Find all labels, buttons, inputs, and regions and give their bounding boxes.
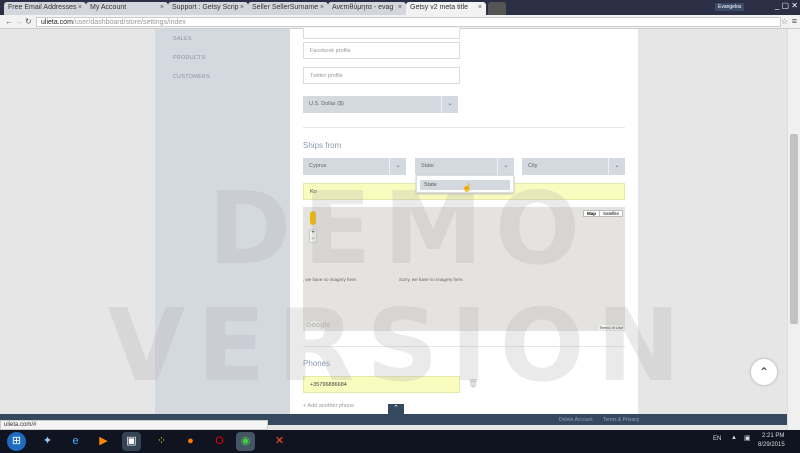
previous-input[interactable] — [303, 28, 460, 39]
phones-heading: Phones — [303, 359, 331, 368]
sidebar: SALES PRODUCTS CUSTOMERS — [155, 29, 290, 414]
chrome-icon[interactable]: ◉ — [236, 432, 255, 451]
phone-input[interactable]: +35796886684 — [303, 376, 460, 393]
app-icon[interactable]: ⁘ — [152, 432, 171, 451]
scrollbar-thumb[interactable] — [790, 134, 798, 324]
footer-toggle-chevron-up-icon[interactable]: ⌃ — [388, 404, 404, 414]
forward-icon[interactable]: → — [15, 17, 23, 26]
language-indicator[interactable]: EN — [713, 436, 721, 442]
ships-from-heading: Ships from — [303, 141, 342, 150]
terms-of-use-link[interactable]: Terms of Use — [599, 325, 623, 330]
no-imagery-text: , we have no imagery here. — [303, 277, 358, 282]
tab-support[interactable]: Support : Getsy Scrip × — [168, 2, 248, 15]
opera-icon[interactable]: O — [210, 432, 229, 451]
currency-select[interactable]: U.S. Dollar ($) ⌄ — [303, 96, 458, 113]
start-button-icon[interactable]: ⊞ — [7, 432, 26, 451]
network-icon[interactable]: ▣ — [744, 434, 751, 442]
clock-date[interactable]: 8/29/2015 — [758, 442, 785, 448]
tray-arrow-icon[interactable]: ▲ — [731, 435, 737, 441]
chevron-down-icon: ⌄ — [441, 96, 458, 113]
close-icon[interactable]: × — [160, 4, 164, 11]
map[interactable]: + − Map Satellite , we have no imagery her… — [303, 207, 625, 331]
google-logo: Google — [306, 322, 331, 329]
profile-badge: Evangelos — [715, 3, 745, 11]
media-player-icon[interactable]: ▶ — [94, 432, 113, 451]
address-bar: ← → ↻ ulieta.com/user/dashboard/store/se… — [0, 15, 800, 29]
tab-free-email[interactable]: Free Email Addresses × — [4, 2, 86, 15]
no-imagery-text: Sorry, we have no imagery here. — [399, 277, 464, 282]
close-icon[interactable]: × — [240, 4, 244, 11]
back-icon[interactable]: ← — [5, 17, 13, 26]
country-select[interactable]: Cyprus ⌄ — [303, 158, 406, 175]
close-icon[interactable]: × — [320, 4, 324, 11]
hand-cursor-icon: ☝ — [462, 183, 472, 192]
sidebar-item-products[interactable]: PRODUCTS — [173, 55, 205, 61]
new-tab-button[interactable] — [488, 2, 506, 15]
zoom-controls[interactable]: + − — [309, 229, 317, 243]
sidebar-item-customers[interactable]: CUSTOMERS — [173, 74, 210, 80]
trash-icon[interactable]: 🗑 — [468, 379, 478, 388]
close-icon[interactable]: × — [478, 4, 482, 11]
close-icon[interactable]: × — [398, 4, 402, 11]
status-bar: ulieta.com/# — [0, 420, 268, 430]
browser-tab-bar: Free Email Addresses × My Account × Suppor… — [0, 0, 800, 15]
divider — [303, 346, 625, 347]
satellite-button[interactable]: Satellite — [600, 211, 622, 216]
scroll-to-top-button[interactable]: ⌃ — [751, 359, 777, 385]
tab-seller[interactable]: Seller SellerSurname × — [248, 2, 328, 15]
state-dropdown: State ☝ — [416, 175, 514, 193]
window-controls[interactable]: _ ▢ ✕ — [775, 1, 798, 10]
facebook-profile-input[interactable]: Facebook profile — [303, 42, 460, 59]
close-icon[interactable]: × — [78, 4, 82, 11]
tab-gmail[interactable]: Ανεπιθύμητα - evag × — [328, 2, 406, 15]
internet-explorer-icon[interactable]: e — [66, 432, 85, 451]
map-type-control: Map Satellite — [582, 210, 623, 217]
twitter-profile-input[interactable]: Twitter profile — [303, 67, 460, 84]
chevron-down-icon: ⌄ — [389, 158, 406, 175]
app-icon[interactable]: ✕ — [270, 432, 289, 451]
chevron-down-icon: ⌄ — [497, 158, 514, 175]
tab-my-account[interactable]: My Account × — [86, 2, 168, 15]
bookmark-star-icon[interactable]: ☆ — [781, 17, 788, 26]
scrollbar[interactable] — [787, 29, 800, 430]
add-phone-link[interactable]: + Add another phone — [303, 403, 354, 409]
state-select[interactable]: State ⌄ — [415, 158, 514, 175]
delete-account-link[interactable]: Delete Account — [559, 417, 593, 423]
tab-getsy[interactable]: Getsy v2 meta title × — [406, 2, 486, 15]
firefox-icon[interactable]: ● — [181, 432, 200, 451]
zoom-out-button[interactable]: − — [311, 236, 315, 242]
map-button[interactable]: Map — [583, 211, 600, 216]
app-icon[interactable]: ▣ — [122, 432, 141, 451]
sidebar-item-sales[interactable]: SALES — [173, 36, 192, 42]
menu-icon[interactable]: ≡ — [792, 16, 797, 26]
reload-icon[interactable]: ↻ — [25, 17, 32, 26]
app-icon[interactable]: ✦ — [38, 432, 57, 451]
pegman-icon[interactable] — [310, 211, 316, 225]
terms-privacy-link[interactable]: Terms & Privacy — [603, 417, 639, 423]
taskbar: ⊞ ✦ e ▶ ▣ ⁘ ● O ◉ ✕ EN ▲ ▣ 2:21 PM 8/29/… — [0, 430, 800, 453]
clock-time[interactable]: 2:21 PM — [762, 433, 784, 439]
url-input[interactable]: ulieta.com/user/dashboard/store/settings… — [36, 17, 781, 27]
divider — [303, 127, 625, 128]
city-select[interactable]: City ⌄ — [522, 158, 625, 175]
chevron-down-icon: ⌄ — [608, 158, 625, 175]
